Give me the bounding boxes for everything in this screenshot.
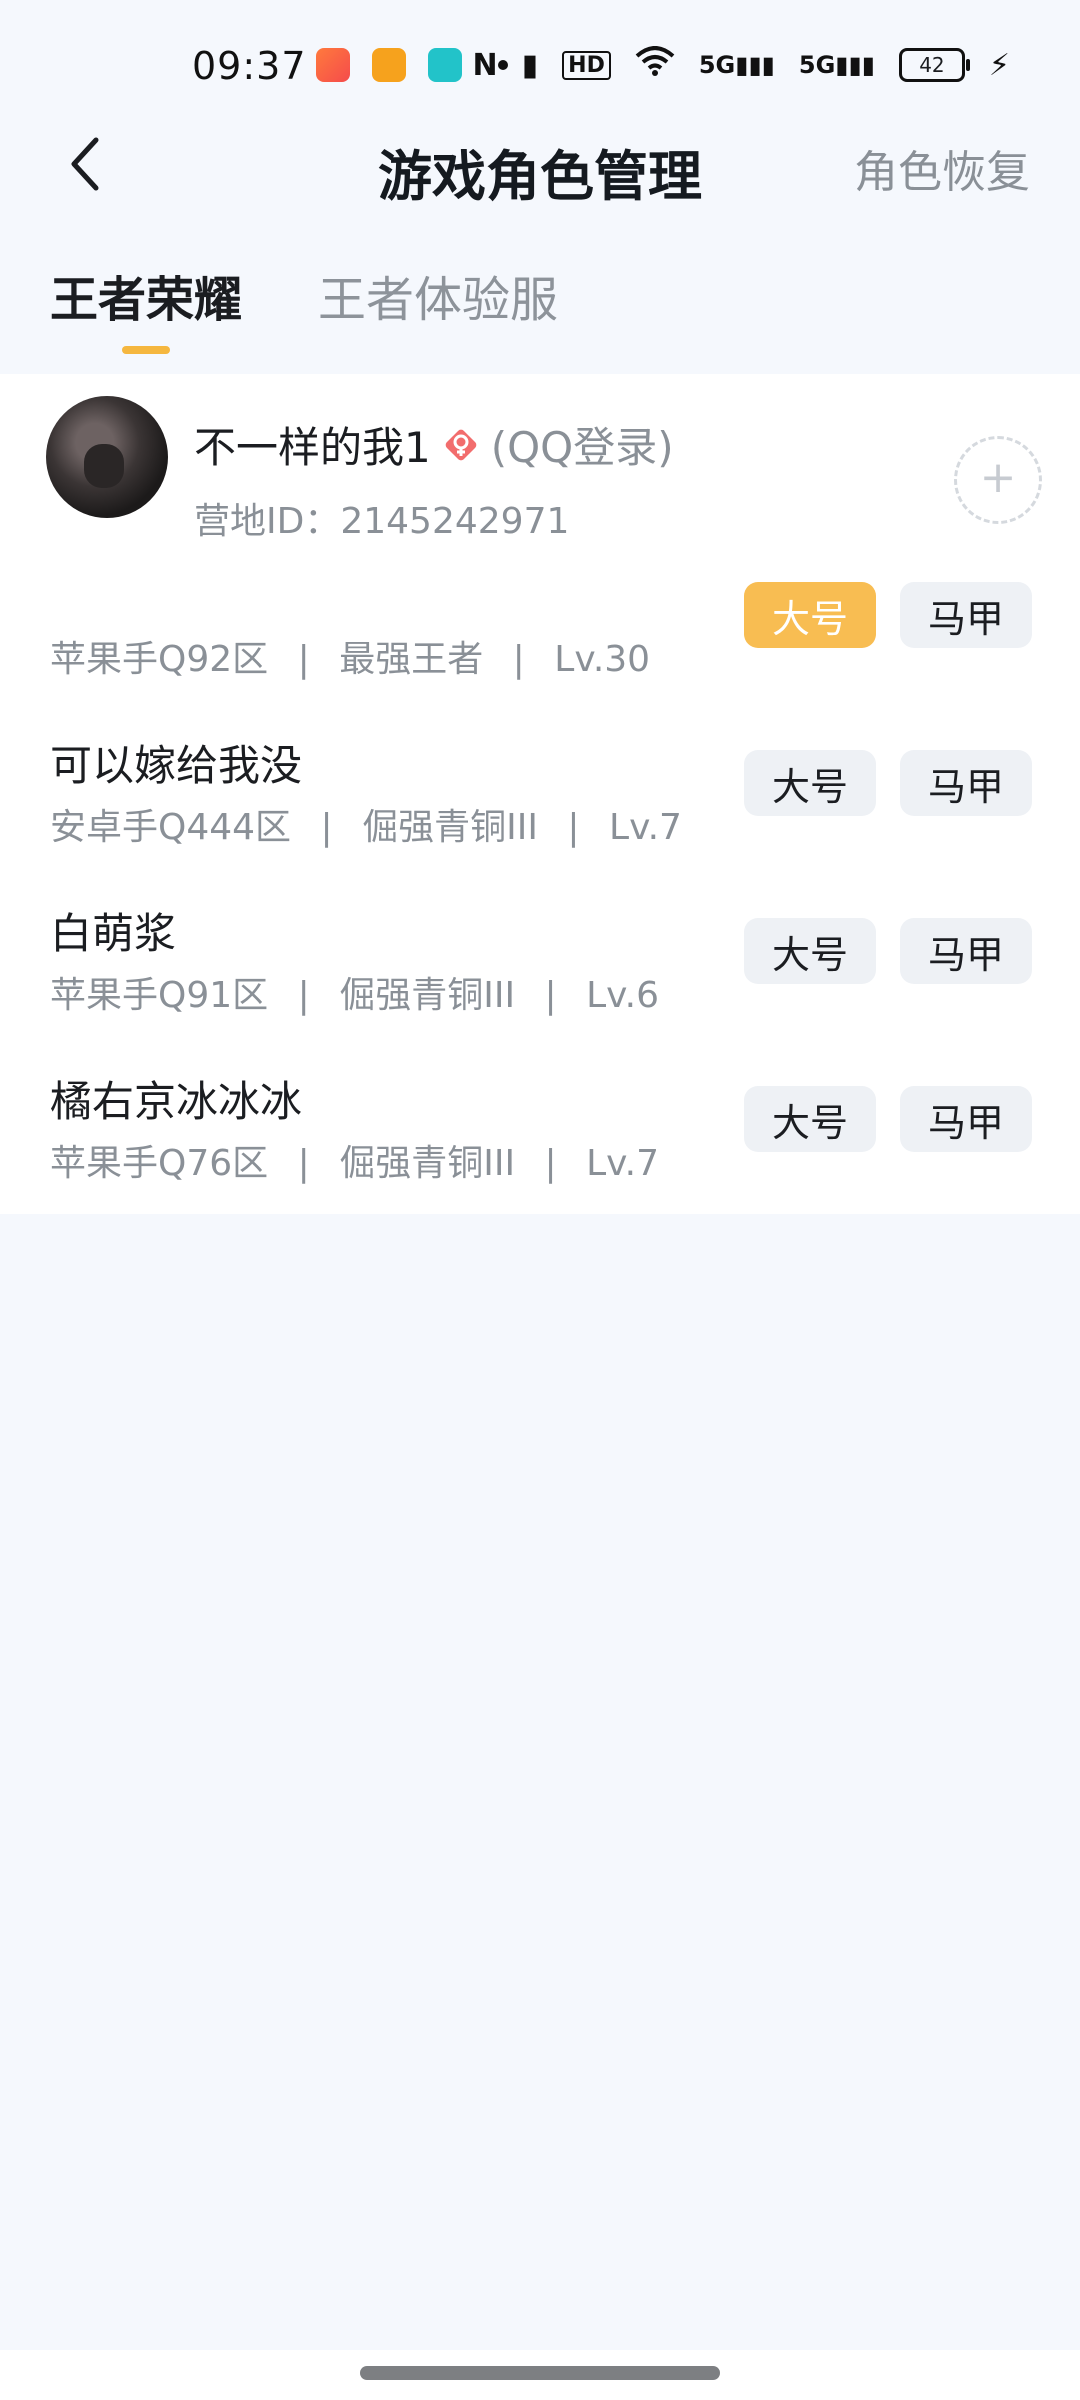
- wifi-icon: [635, 46, 675, 84]
- status-right: N ▮ HD 5G▮▮▮ 5G▮▮▮ 42 ⚡: [473, 46, 1010, 84]
- hd-icon: HD: [562, 50, 611, 80]
- role-name: 可以嫁给我没: [50, 741, 303, 790]
- alt-account-button[interactable]: 马甲: [900, 1086, 1032, 1152]
- role-level: Lv.6: [586, 975, 660, 1016]
- charging-icon: ⚡: [988, 47, 1010, 83]
- alt-account-button[interactable]: 马甲: [900, 582, 1032, 648]
- account-header: 不一样的我1 (QQ登录) 营地ID：2145242971 +: [46, 396, 1046, 542]
- tab-label: 王者体验服: [318, 272, 559, 328]
- roles-card: 不一样的我1 (QQ登录) 营地ID：2145242971 + 苹果手Q92区 …: [0, 374, 1080, 1214]
- role-buttons: 大号 马甲: [744, 918, 1032, 984]
- role-buttons: 大号 马甲: [744, 1086, 1032, 1152]
- account-name-line: 不一样的我1 (QQ登录): [194, 414, 674, 475]
- 5g-signal-icon: 5G▮▮▮: [698, 51, 775, 79]
- tab-underline: [122, 346, 170, 354]
- role-item: 苹果手Q92区 | 最强王者 | Lv.30 大号 马甲: [0, 564, 1080, 732]
- role-rank: 最强王者: [339, 639, 484, 680]
- role-level: Lv.30: [554, 639, 651, 680]
- role-meta: 苹果手Q76区 | 倔强青铜III | Lv.7: [50, 1134, 659, 1186]
- meta-separator: |: [297, 639, 310, 680]
- vibrate-icon: ▮: [521, 47, 539, 83]
- tab-label: 王者荣耀: [50, 272, 243, 328]
- tab-experience-server[interactable]: 王者体验服: [318, 260, 558, 354]
- role-rank: 倔强青铜III: [339, 1143, 516, 1184]
- role-buttons: 大号 马甲: [744, 750, 1032, 816]
- meta-separator: |: [544, 1143, 557, 1184]
- role-buttons: 大号 马甲: [744, 582, 1032, 648]
- role-server: 苹果手Q91区: [50, 975, 269, 1016]
- role-server: 安卓手Q444区: [50, 807, 292, 848]
- role-level: Lv.7: [609, 807, 682, 848]
- account-id-value: 2145242971: [340, 501, 570, 542]
- role-server: 苹果手Q76区: [50, 1143, 269, 1184]
- battery-level: 42: [919, 53, 945, 77]
- alt-account-button[interactable]: 马甲: [900, 750, 1032, 816]
- 5g-signal-icon: 5G▮▮▮: [798, 51, 875, 79]
- nfc-icon: N: [472, 47, 498, 83]
- login-type: (QQ登录): [490, 423, 674, 472]
- role-item: 橘右京冰冰冰 苹果手Q76区 | 倔强青铜III | Lv.7 大号 马甲: [0, 1068, 1080, 1236]
- game-app-icon: [316, 48, 350, 82]
- account-id: 营地ID：2145242971: [194, 492, 569, 544]
- role-meta: 苹果手Q91区 | 倔强青铜III | Lv.6: [50, 966, 659, 1018]
- add-role-button[interactable]: +: [954, 436, 1042, 524]
- role-name: 白萌浆: [50, 909, 177, 958]
- plus-icon: +: [979, 452, 1017, 503]
- battery-icon: 42: [898, 48, 970, 82]
- home-gesture-bar[interactable]: [360, 2366, 720, 2380]
- account-id-label: 营地ID：: [194, 501, 341, 542]
- avatar[interactable]: [46, 396, 168, 518]
- role-level: Lv.7: [586, 1143, 660, 1184]
- main-account-button[interactable]: 大号: [744, 582, 876, 648]
- female-icon: [443, 427, 479, 463]
- account-name: 不一样的我1: [194, 423, 431, 472]
- alt-account-button[interactable]: 马甲: [900, 918, 1032, 984]
- role-name: 橘右京冰冰冰: [50, 1077, 303, 1126]
- role-server: 苹果手Q92区: [50, 639, 269, 680]
- status-time: 09:37: [192, 44, 307, 88]
- teal-app-icon: [428, 48, 462, 82]
- role-meta: 安卓手Q444区 | 倔强青铜III | Lv.7: [50, 798, 682, 850]
- role-list: 苹果手Q92区 | 最强王者 | Lv.30 大号 马甲 可以嫁给我没 安卓手Q…: [0, 564, 1080, 1236]
- meta-separator: |: [297, 975, 310, 1016]
- meta-separator: |: [567, 807, 580, 848]
- main-account-button[interactable]: 大号: [744, 750, 876, 816]
- meta-separator: |: [512, 639, 525, 680]
- orange-app-icon: [372, 48, 406, 82]
- meta-separator: |: [544, 975, 557, 1016]
- role-meta: 苹果手Q92区 | 最强王者 | Lv.30: [50, 630, 650, 682]
- meta-separator: |: [297, 1143, 310, 1184]
- meta-separator: |: [320, 807, 333, 848]
- main-account-button[interactable]: 大号: [744, 1086, 876, 1152]
- role-item: 可以嫁给我没 安卓手Q444区 | 倔强青铜III | Lv.7 大号 马甲: [0, 732, 1080, 900]
- header: 游戏角色管理 角色恢复: [0, 110, 1080, 220]
- role-rank: 倔强青铜III: [339, 975, 516, 1016]
- role-item: 白萌浆 苹果手Q91区 | 倔强青铜III | Lv.6 大号 马甲: [0, 900, 1080, 1068]
- tab-wangzhe[interactable]: 王者荣耀: [50, 260, 242, 354]
- role-restore-button[interactable]: 角色恢复: [854, 136, 1030, 200]
- main-account-button[interactable]: 大号: [744, 918, 876, 984]
- role-rank: 倔强青铜III: [362, 807, 538, 848]
- tab-bar: 王者荣耀 王者体验服: [50, 260, 558, 354]
